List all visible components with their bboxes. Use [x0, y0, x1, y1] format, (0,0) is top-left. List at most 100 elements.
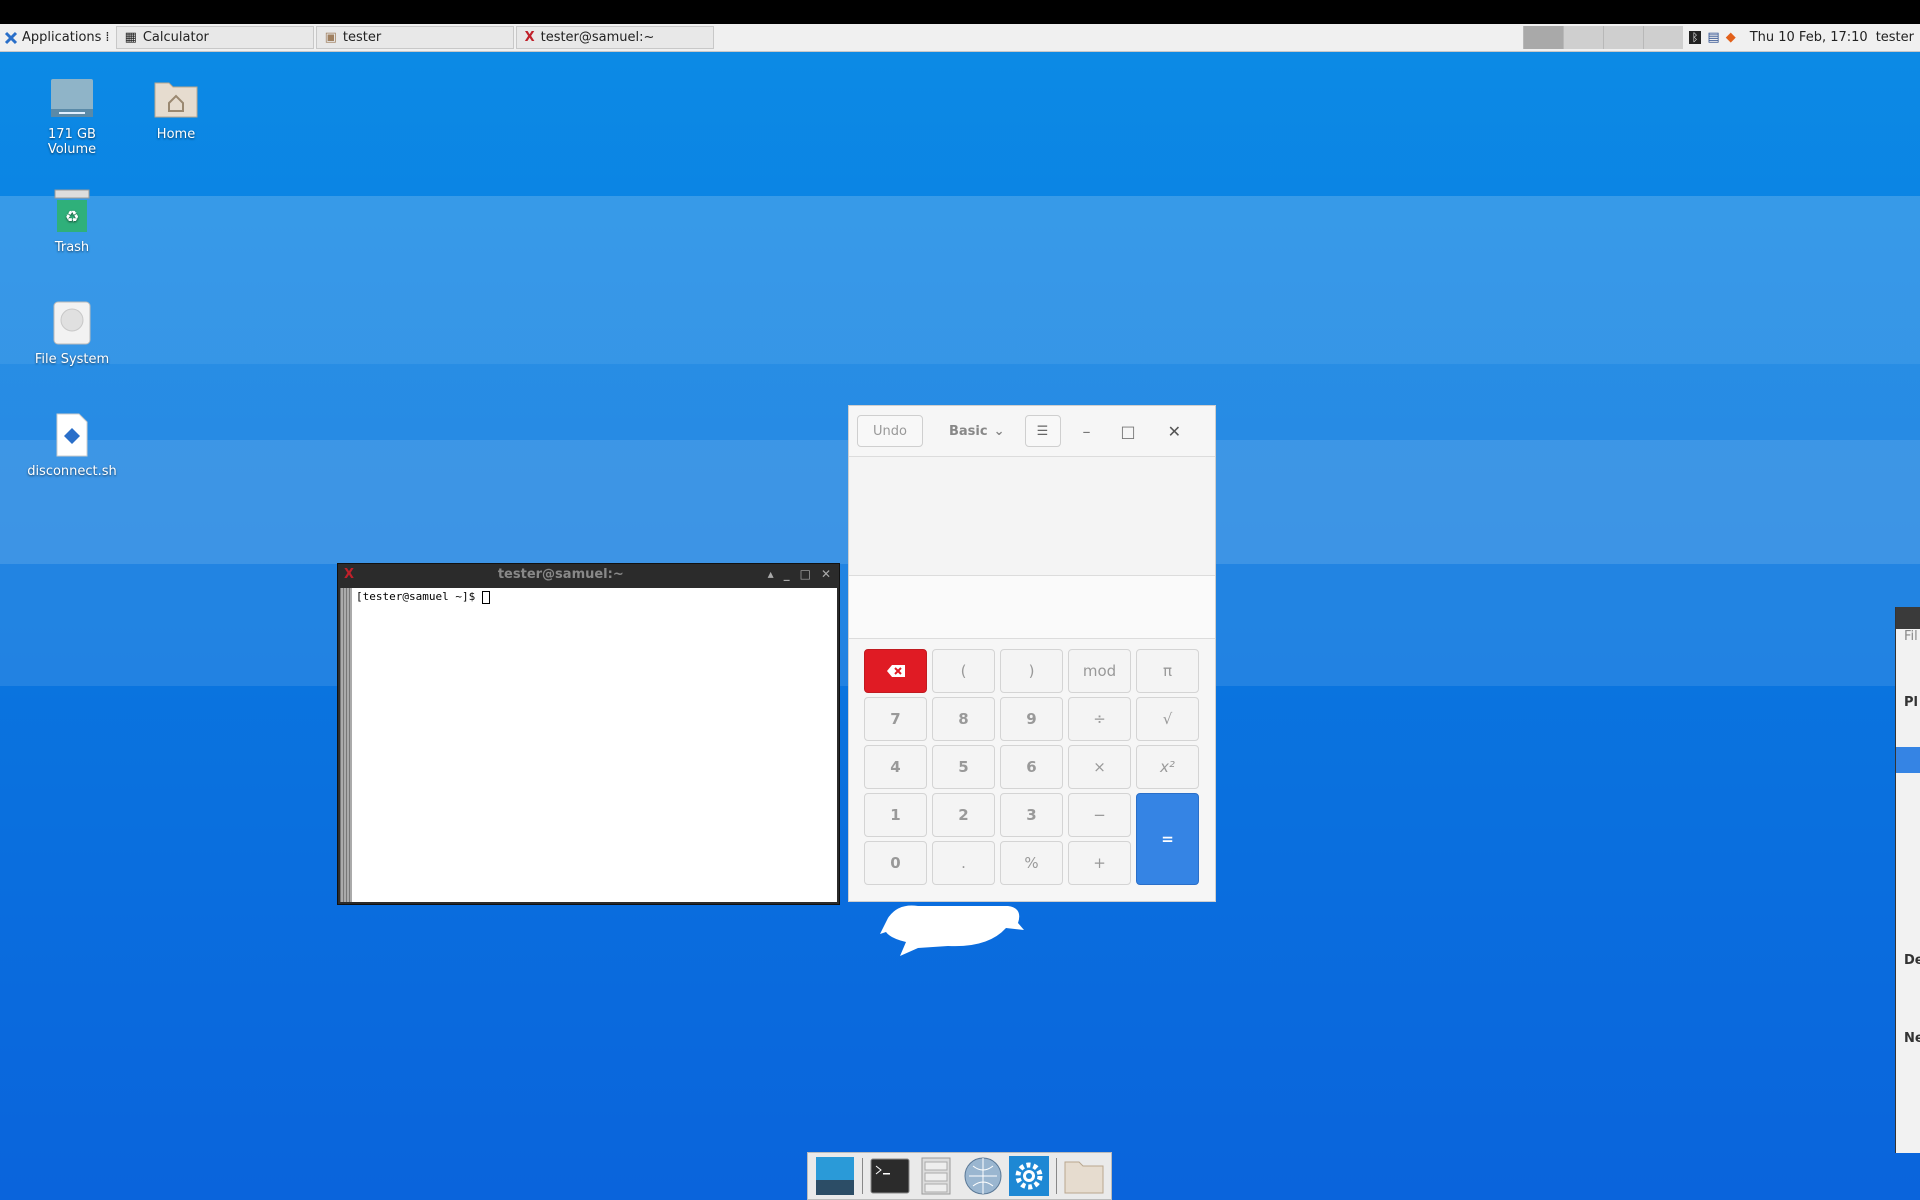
open-paren-button[interactable]: (	[932, 649, 995, 693]
task-calculator-label: Calculator	[142, 30, 209, 45]
digit-9-button[interactable]: 9	[1000, 697, 1063, 741]
close-icon[interactable]: ✕	[821, 567, 831, 581]
applications-label: Applications	[22, 30, 102, 45]
terminal-titlebar[interactable]: X tester@samuel:~ ▴ _ □ ✕	[338, 564, 839, 584]
hamburger-menu-icon[interactable]: ☰	[1024, 415, 1061, 447]
digit-1-button[interactable]: 1	[864, 793, 927, 837]
volume-label-line1: 171 GB	[48, 127, 96, 142]
task-tester[interactable]: ▣ tester	[315, 26, 514, 49]
percent-button[interactable]: %	[1000, 841, 1063, 885]
terminal-scrollbar[interactable]	[340, 588, 352, 902]
sidebar-item-selected[interactable]	[1896, 747, 1920, 773]
filesystem-label: File System	[34, 352, 110, 367]
keypad: ( ) mod π 7 8 9 ÷ √ 4 5 6 × x² 1 2 3 − =…	[864, 649, 1199, 885]
subtract-button[interactable]: −	[1068, 793, 1131, 837]
dock	[807, 1152, 1112, 1200]
digit-7-button[interactable]: 7	[864, 697, 927, 741]
add-button[interactable]: +	[1068, 841, 1131, 885]
updates-icon[interactable]: ◆	[1726, 30, 1736, 45]
settings-launcher-icon[interactable]	[1009, 1156, 1050, 1196]
desktop-icon-volume[interactable]: 171 GB Volume	[22, 75, 122, 157]
show-desktop-icon[interactable]	[815, 1156, 855, 1196]
pi-button[interactable]: π	[1136, 649, 1199, 693]
square-button[interactable]: x²	[1136, 745, 1199, 789]
script-file-icon	[49, 412, 95, 458]
top-panel: Applications ⁞ ▦ Calculator ▣ tester X t…	[0, 24, 1920, 52]
web-browser-launcher-icon[interactable]	[963, 1156, 1003, 1196]
desktop-icon-home[interactable]: Home	[126, 75, 226, 142]
network-icon[interactable]: ▤	[1707, 30, 1719, 45]
file-manager-titlebar[interactable]	[1896, 607, 1920, 629]
equals-button[interactable]: =	[1136, 793, 1199, 885]
maximize-icon[interactable]: □	[1121, 422, 1136, 441]
mode-selector[interactable]: Basic ⌄	[949, 424, 1005, 439]
workspace-1[interactable]	[1522, 26, 1563, 49]
terminal-body[interactable]: [tester@samuel ~]$	[340, 588, 837, 902]
task-terminal[interactable]: X tester@samuel:~	[515, 26, 714, 49]
desktop-icon-filesystem[interactable]: File System	[22, 300, 122, 367]
user-menu[interactable]: tester	[1876, 30, 1920, 45]
wallpaper-band	[0, 196, 1920, 364]
workspace-switcher[interactable]	[1522, 26, 1683, 49]
file-manager-menu[interactable]: Fil	[1896, 629, 1920, 655]
terminal-text: [tester@samuel ~]$	[352, 588, 494, 902]
workspace-2[interactable]	[1562, 26, 1603, 49]
calculator-headerbar: Undo Basic ⌄ ☰ – □ ✕	[849, 406, 1215, 457]
task-terminal-label: tester@samuel:~	[540, 30, 655, 45]
digit-0-button[interactable]: 0	[864, 841, 927, 885]
dock-separator	[1056, 1158, 1058, 1194]
calculator-icon: ▦	[124, 30, 137, 45]
folder-launcher-icon[interactable]	[1064, 1156, 1104, 1196]
backspace-button[interactable]	[864, 649, 927, 693]
digit-6-button[interactable]: 6	[1000, 745, 1063, 789]
backspace-icon	[886, 665, 905, 677]
home-label: Home	[156, 127, 196, 142]
terminal-launcher-icon[interactable]	[870, 1156, 910, 1196]
divide-button[interactable]: ÷	[1068, 697, 1131, 741]
terminal-cursor	[481, 590, 490, 604]
digit-5-button[interactable]: 5	[932, 745, 995, 789]
device-items[interactable]	[1896, 979, 1920, 1031]
clock[interactable]: Thu 10 Feb, 17:10	[1742, 30, 1876, 45]
digit-8-button[interactable]: 8	[932, 697, 995, 741]
close-icon[interactable]: ✕	[1168, 422, 1181, 441]
desktop-icon-trash[interactable]: ♻ Trash	[22, 188, 122, 255]
network-heading: Ne	[1904, 1031, 1920, 1046]
close-paren-button[interactable]: )	[1000, 649, 1063, 693]
digit-2-button[interactable]: 2	[932, 793, 995, 837]
file-manager-launcher-icon[interactable]	[916, 1156, 956, 1196]
applications-menu[interactable]: Applications ⁞	[0, 24, 114, 51]
maximize-icon[interactable]: □	[800, 567, 811, 581]
sidebar-item[interactable]	[1896, 721, 1920, 747]
workspace-4[interactable]	[1642, 26, 1683, 49]
calculator-window[interactable]: Undo Basic ⌄ ☰ – □ ✕ ( ) mod π 7 8 9 ÷ √…	[848, 405, 1216, 902]
minimize-icon[interactable]: –	[1083, 422, 1091, 441]
task-calculator[interactable]: ▦ Calculator	[115, 26, 314, 49]
workspace-3[interactable]	[1602, 26, 1643, 49]
volume-label-line2: Volume	[47, 142, 97, 157]
history-display	[849, 457, 1215, 576]
file-manager-toolbar	[1896, 655, 1920, 695]
multiply-button[interactable]: ×	[1068, 745, 1131, 789]
file-manager-window-partial[interactable]: Fil Pl De Ne	[1895, 607, 1920, 1153]
shade-icon[interactable]: ▴	[768, 567, 774, 581]
task-tester-label: tester	[342, 30, 382, 45]
bluetooth-icon[interactable]: ᛒ	[1688, 31, 1702, 44]
folder-icon: ▣	[324, 30, 337, 45]
terminal-window[interactable]: X tester@samuel:~ ▴ _ □ ✕ [tester@samuel…	[337, 563, 840, 905]
desktop-icon-disconnect[interactable]: disconnect.sh	[22, 412, 122, 479]
sidebar-items[interactable]	[1896, 773, 1920, 953]
entry-display[interactable]	[849, 576, 1215, 639]
undo-button[interactable]: Undo	[857, 415, 923, 447]
digit-4-button[interactable]: 4	[864, 745, 927, 789]
terminal-x-icon: X	[344, 566, 355, 582]
sqrt-button[interactable]: √	[1136, 697, 1199, 741]
terminal-prompt: [tester@samuel ~]$	[356, 590, 482, 603]
places-heading: Pl	[1904, 695, 1918, 710]
top-black-bar	[0, 0, 1920, 24]
decimal-button[interactable]: .	[932, 841, 995, 885]
trash-icon: ♻	[49, 188, 95, 234]
minimize-icon[interactable]: _	[784, 567, 790, 581]
digit-3-button[interactable]: 3	[1000, 793, 1063, 837]
mod-button[interactable]: mod	[1068, 649, 1131, 693]
